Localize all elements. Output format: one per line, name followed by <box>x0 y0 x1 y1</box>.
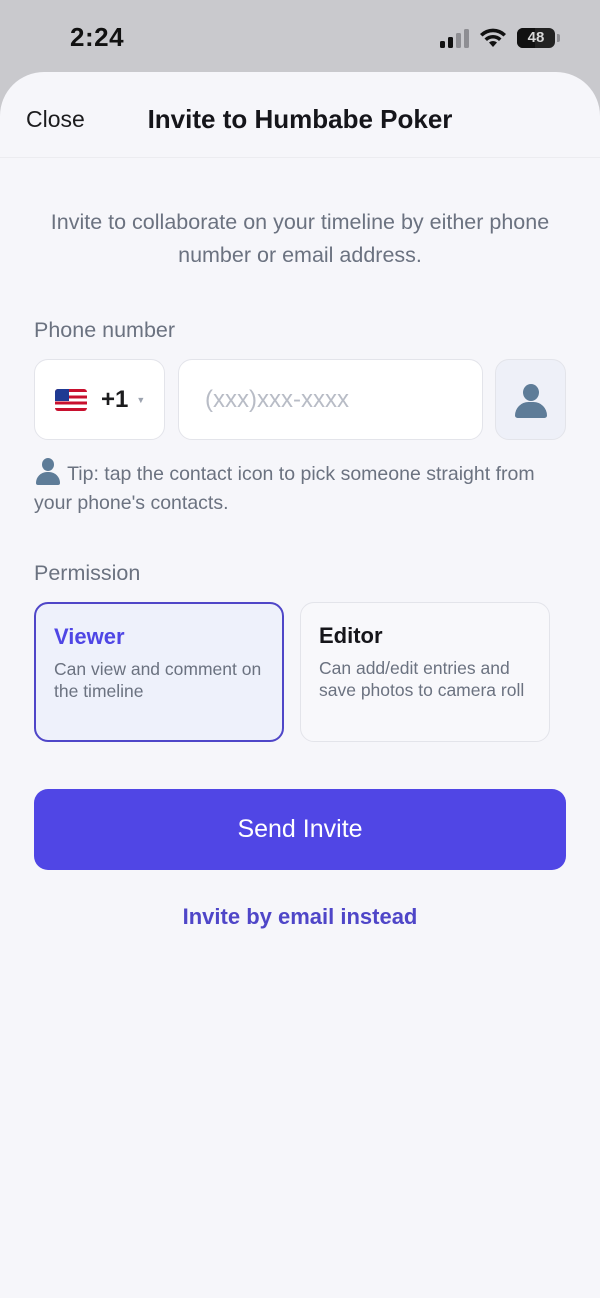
phone-section-label: Phone number <box>34 318 176 342</box>
wifi-icon <box>480 28 506 47</box>
phone-number-input[interactable] <box>178 359 483 440</box>
chevron-down-icon: ▼ <box>136 394 146 405</box>
tip-label: Tip: tap the contact icon to pick someon… <box>34 463 535 514</box>
invite-by-email-link[interactable]: Invite by email instead <box>0 904 600 930</box>
permission-section-label: Permission <box>34 561 141 585</box>
battery-icon: 48 <box>517 28 555 48</box>
tip-text: Tip: tap the contact icon to pick someon… <box>34 457 560 518</box>
cellular-signal-icon <box>440 28 469 48</box>
us-flag-icon <box>55 388 87 411</box>
contact-picker-button[interactable] <box>495 359 566 440</box>
status-icons: 48 <box>440 28 560 48</box>
nav-bar: Close Invite to Humbabe Poker <box>0 72 600 158</box>
status-bar: 2:24 48 <box>0 0 600 72</box>
permission-title: Viewer <box>54 624 125 649</box>
country-code: +1 <box>101 385 129 413</box>
invite-sheet: Close Invite to Humbabe Poker Invite to … <box>0 72 600 1298</box>
send-invite-button[interactable]: Send Invite <box>34 789 566 870</box>
permission-option-editor[interactable]: Editor Can add/edit entries and save pho… <box>300 602 550 742</box>
person-icon <box>34 457 62 485</box>
intro-text: Invite to collaborate on your timeline b… <box>50 210 550 267</box>
permission-description: Can add/edit entries and save photos to … <box>319 658 525 700</box>
person-icon <box>513 382 549 418</box>
permission-title: Editor <box>319 623 383 648</box>
country-code-picker[interactable]: +1 ▼ <box>34 359 165 440</box>
permission-option-viewer[interactable]: Viewer Can view and comment on the timel… <box>34 602 284 742</box>
status-time: 2:24 <box>70 22 125 52</box>
page-title: Invite to Humbabe Poker <box>147 104 453 134</box>
permission-description: Can view and comment on the timeline <box>54 659 262 701</box>
battery-level: 48 <box>527 29 545 46</box>
